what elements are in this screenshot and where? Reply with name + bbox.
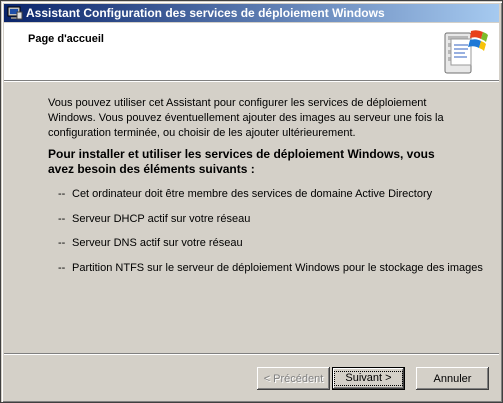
wizard-content: Vous pouvez utiliser cet Assistant pour …	[48, 96, 483, 274]
header-divider	[4, 81, 499, 82]
list-bullet: --	[58, 262, 66, 274]
server-deployment-icon	[441, 27, 489, 77]
list-item: -- Cet ordinateur doit être membre des se…	[58, 188, 432, 200]
next-button-label: Suivant >	[334, 371, 403, 386]
requirements-heading: Pour installer et utiliser les services …	[48, 147, 435, 176]
window-title: Assistant Configuration des services de …	[26, 6, 385, 20]
list-bullet: --	[58, 237, 66, 249]
cancel-button[interactable]: Annuler	[416, 367, 489, 390]
wizard-app-icon	[7, 5, 23, 21]
list-bullet: --	[58, 213, 66, 225]
wizard-window: Assistant Configuration des services de …	[0, 0, 503, 403]
list-item: -- Serveur DHCP actif sur votre réseau	[58, 213, 250, 225]
wizard-header: Page d'accueil	[4, 23, 499, 81]
list-item: -- Serveur DNS actif sur votre réseau	[58, 237, 243, 249]
next-button[interactable]: Suivant >	[332, 367, 405, 390]
intro-text: Vous pouvez utiliser cet Assistant pour …	[48, 97, 444, 139]
requirement-ad-domain: Cet ordinateur doit être membre des serv…	[72, 188, 433, 200]
previous-button[interactable]: < Précédent	[257, 367, 330, 390]
list-bullet: --	[58, 188, 66, 200]
list-item: -- Partition NTFS sur le serveur de déplo…	[58, 262, 483, 274]
requirement-dhcp: Serveur DHCP actif sur votre réseau	[72, 213, 251, 225]
title-bar[interactable]: Assistant Configuration des services de …	[4, 4, 499, 22]
requirement-ntfs: Partition NTFS sur le serveur de déploie…	[72, 262, 483, 274]
requirement-dns: Serveur DNS actif sur votre réseau	[72, 237, 243, 249]
footer-divider-highlight	[4, 354, 499, 355]
page-title: Page d'accueil	[28, 33, 104, 45]
